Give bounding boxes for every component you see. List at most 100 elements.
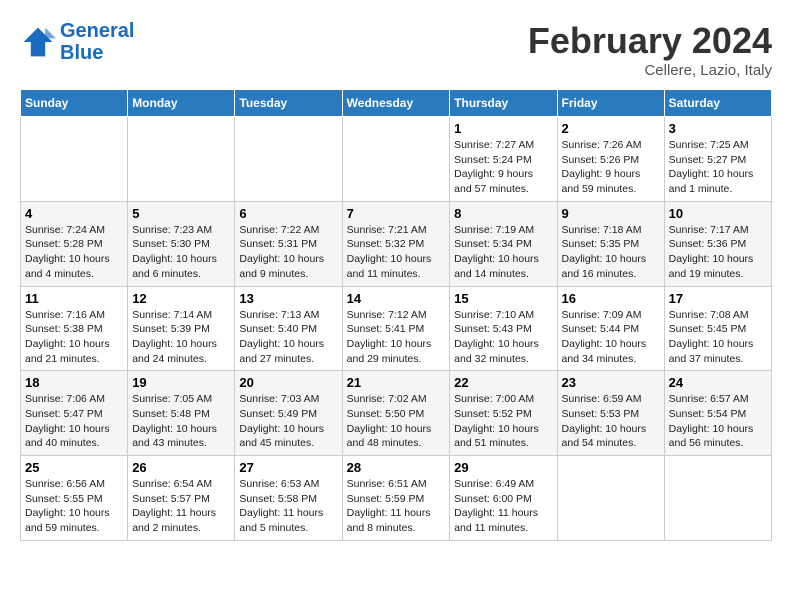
day-number: 9 <box>562 206 660 221</box>
calendar-cell: 2 Sunrise: 7:26 AM Sunset: 5:26 PM Daylig… <box>557 117 664 202</box>
day-info: Sunrise: 7:09 AM Sunset: 5:44 PM Dayligh… <box>562 308 660 367</box>
day-info: Sunrise: 7:23 AM Sunset: 5:30 PM Dayligh… <box>132 223 230 282</box>
day-info: Sunrise: 7:18 AM Sunset: 5:35 PM Dayligh… <box>562 223 660 282</box>
calendar-table: SundayMondayTuesdayWednesdayThursdayFrid… <box>20 89 772 541</box>
day-number: 4 <box>25 206 123 221</box>
calendar-week-row: 4 Sunrise: 7:24 AM Sunset: 5:28 PM Daylig… <box>21 201 772 286</box>
calendar-cell: 3 Sunrise: 7:25 AM Sunset: 5:27 PM Daylig… <box>664 117 771 202</box>
day-info: Sunrise: 6:54 AM Sunset: 5:57 PM Dayligh… <box>132 477 230 536</box>
day-number: 16 <box>562 291 660 306</box>
day-number: 8 <box>454 206 552 221</box>
calendar-cell <box>342 117 450 202</box>
day-number: 27 <box>239 460 337 475</box>
calendar-cell: 19 Sunrise: 7:05 AM Sunset: 5:48 PM Dayli… <box>128 371 235 456</box>
day-number: 14 <box>347 291 446 306</box>
calendar-week-row: 1 Sunrise: 7:27 AM Sunset: 5:24 PM Daylig… <box>21 117 772 202</box>
calendar-cell: 22 Sunrise: 7:00 AM Sunset: 5:52 PM Dayli… <box>450 371 557 456</box>
day-number: 3 <box>669 121 767 136</box>
logo: General Blue <box>20 20 134 64</box>
day-info: Sunrise: 7:06 AM Sunset: 5:47 PM Dayligh… <box>25 392 123 451</box>
weekday-header-cell: Monday <box>128 90 235 117</box>
day-info: Sunrise: 6:49 AM Sunset: 6:00 PM Dayligh… <box>454 477 552 536</box>
calendar-cell: 23Sunrise: 6:59 AM Sunset: 5:53 PM Dayli… <box>557 371 664 456</box>
calendar-cell <box>664 456 771 541</box>
day-info: Sunrise: 7:14 AM Sunset: 5:39 PM Dayligh… <box>132 308 230 367</box>
day-info: Sunrise: 6:57 AM Sunset: 5:54 PM Dayligh… <box>669 392 767 451</box>
day-info: Sunrise: 7:12 AM Sunset: 5:41 PM Dayligh… <box>347 308 446 367</box>
calendar-cell: 26 Sunrise: 6:54 AM Sunset: 5:57 PM Dayli… <box>128 456 235 541</box>
calendar-cell <box>557 456 664 541</box>
calendar-week-row: 25Sunrise: 6:56 AM Sunset: 5:55 PM Dayli… <box>21 456 772 541</box>
calendar-cell: 15 Sunrise: 7:10 AM Sunset: 5:43 PM Dayli… <box>450 286 557 371</box>
calendar-week-row: 18 Sunrise: 7:06 AM Sunset: 5:47 PM Dayli… <box>21 371 772 456</box>
calendar-cell: 14 Sunrise: 7:12 AM Sunset: 5:41 PM Dayli… <box>342 286 450 371</box>
day-number: 26 <box>132 460 230 475</box>
day-number: 24 <box>669 375 767 390</box>
day-info: Sunrise: 7:27 AM Sunset: 5:24 PM Dayligh… <box>454 138 552 197</box>
day-info: Sunrise: 7:22 AM Sunset: 5:31 PM Dayligh… <box>239 223 337 282</box>
calendar-cell <box>128 117 235 202</box>
day-info: Sunrise: 7:19 AM Sunset: 5:34 PM Dayligh… <box>454 223 552 282</box>
day-number: 13 <box>239 291 337 306</box>
weekday-header-cell: Thursday <box>450 90 557 117</box>
calendar-cell: 18 Sunrise: 7:06 AM Sunset: 5:47 PM Dayli… <box>21 371 128 456</box>
calendar-cell: 24 Sunrise: 6:57 AM Sunset: 5:54 PM Dayli… <box>664 371 771 456</box>
day-number: 6 <box>239 206 337 221</box>
day-info: Sunrise: 7:05 AM Sunset: 5:48 PM Dayligh… <box>132 392 230 451</box>
day-number: 19 <box>132 375 230 390</box>
weekday-header-cell: Wednesday <box>342 90 450 117</box>
month-title: February 2024 <box>528 20 772 62</box>
day-info: Sunrise: 6:51 AM Sunset: 5:59 PM Dayligh… <box>347 477 446 536</box>
day-number: 29 <box>454 460 552 475</box>
calendar-cell: 9 Sunrise: 7:18 AM Sunset: 5:35 PM Daylig… <box>557 201 664 286</box>
calendar-cell: 4 Sunrise: 7:24 AM Sunset: 5:28 PM Daylig… <box>21 201 128 286</box>
calendar-cell: 21 Sunrise: 7:02 AM Sunset: 5:50 PM Dayli… <box>342 371 450 456</box>
calendar-body: 1 Sunrise: 7:27 AM Sunset: 5:24 PM Daylig… <box>21 117 772 541</box>
calendar-cell <box>235 117 342 202</box>
page-header: General Blue February 2024 Cellere, Lazi… <box>20 20 772 79</box>
calendar-cell: 10Sunrise: 7:17 AM Sunset: 5:36 PM Dayli… <box>664 201 771 286</box>
day-number: 1 <box>454 121 552 136</box>
day-info: Sunrise: 7:00 AM Sunset: 5:52 PM Dayligh… <box>454 392 552 451</box>
calendar-cell: 6 Sunrise: 7:22 AM Sunset: 5:31 PM Daylig… <box>235 201 342 286</box>
day-number: 21 <box>347 375 446 390</box>
day-info: Sunrise: 7:16 AM Sunset: 5:38 PM Dayligh… <box>25 308 123 367</box>
calendar-week-row: 11 Sunrise: 7:16 AM Sunset: 5:38 PM Dayli… <box>21 286 772 371</box>
day-number: 25 <box>25 460 123 475</box>
calendar-cell: 17 Sunrise: 7:08 AM Sunset: 5:45 PM Dayli… <box>664 286 771 371</box>
day-number: 20 <box>239 375 337 390</box>
day-info: Sunrise: 7:02 AM Sunset: 5:50 PM Dayligh… <box>347 392 446 451</box>
weekday-header-cell: Sunday <box>21 90 128 117</box>
day-info: Sunrise: 7:24 AM Sunset: 5:28 PM Dayligh… <box>25 223 123 282</box>
day-number: 28 <box>347 460 446 475</box>
day-number: 15 <box>454 291 552 306</box>
logo-general: General <box>60 20 134 42</box>
weekday-header-row: SundayMondayTuesdayWednesdayThursdayFrid… <box>21 90 772 117</box>
day-number: 22 <box>454 375 552 390</box>
calendar-cell: 8 Sunrise: 7:19 AM Sunset: 5:34 PM Daylig… <box>450 201 557 286</box>
calendar-cell: 28 Sunrise: 6:51 AM Sunset: 5:59 PM Dayli… <box>342 456 450 541</box>
location: Cellere, Lazio, Italy <box>528 62 772 79</box>
day-number: 17 <box>669 291 767 306</box>
calendar-cell: 27 Sunrise: 6:53 AM Sunset: 5:58 PM Dayli… <box>235 456 342 541</box>
day-info: Sunrise: 7:25 AM Sunset: 5:27 PM Dayligh… <box>669 138 767 197</box>
weekday-header-cell: Tuesday <box>235 90 342 117</box>
calendar-cell: 7Sunrise: 7:21 AM Sunset: 5:32 PM Daylig… <box>342 201 450 286</box>
day-number: 2 <box>562 121 660 136</box>
calendar-cell: 25Sunrise: 6:56 AM Sunset: 5:55 PM Dayli… <box>21 456 128 541</box>
day-number: 11 <box>25 291 123 306</box>
day-number: 5 <box>132 206 230 221</box>
day-info: Sunrise: 7:26 AM Sunset: 5:26 PM Dayligh… <box>562 138 660 197</box>
day-info: Sunrise: 7:10 AM Sunset: 5:43 PM Dayligh… <box>454 308 552 367</box>
calendar-cell <box>21 117 128 202</box>
day-info: Sunrise: 6:53 AM Sunset: 5:58 PM Dayligh… <box>239 477 337 536</box>
calendar-cell: 16 Sunrise: 7:09 AM Sunset: 5:44 PM Dayli… <box>557 286 664 371</box>
calendar-cell: 1 Sunrise: 7:27 AM Sunset: 5:24 PM Daylig… <box>450 117 557 202</box>
calendar-cell: 20 Sunrise: 7:03 AM Sunset: 5:49 PM Dayli… <box>235 371 342 456</box>
weekday-header-cell: Friday <box>557 90 664 117</box>
day-number: 12 <box>132 291 230 306</box>
day-info: Sunrise: 7:13 AM Sunset: 5:40 PM Dayligh… <box>239 308 337 367</box>
day-info: Sunrise: 7:03 AM Sunset: 5:49 PM Dayligh… <box>239 392 337 451</box>
day-number: 18 <box>25 375 123 390</box>
day-info: Sunrise: 7:08 AM Sunset: 5:45 PM Dayligh… <box>669 308 767 367</box>
